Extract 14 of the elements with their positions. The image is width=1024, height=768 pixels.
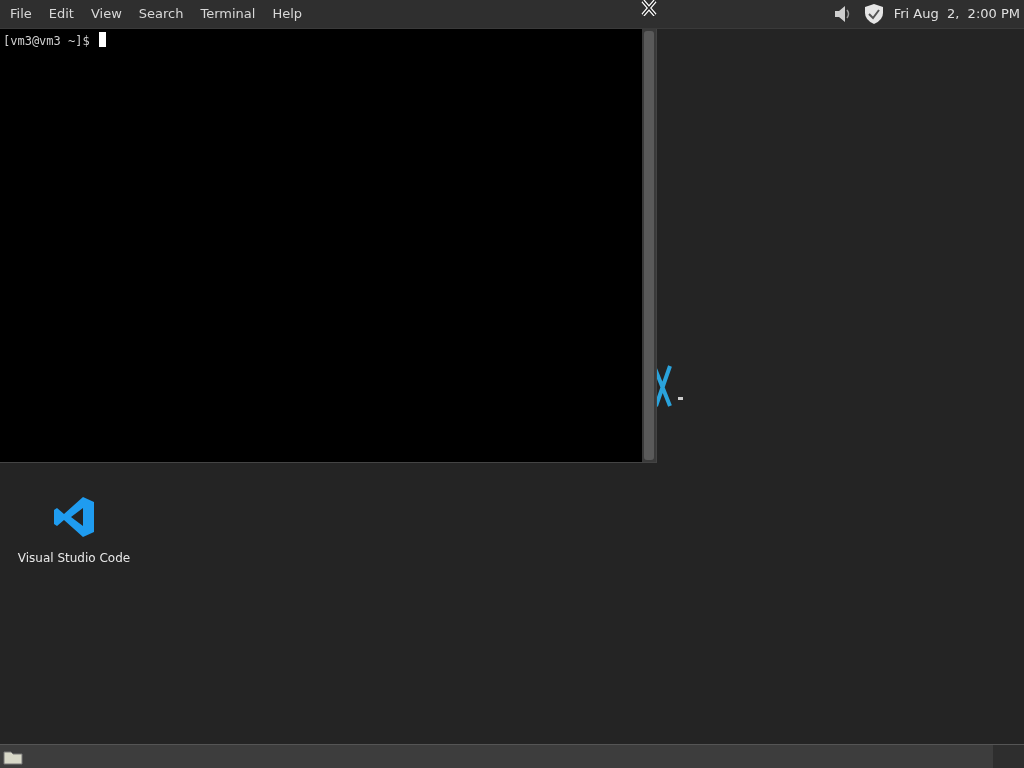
close-icon[interactable] <box>640 0 658 16</box>
terminal-prompt: [vm3@vm3 ~]$ <box>3 33 91 50</box>
menu-item[interactable]: Help <box>264 4 311 24</box>
menu-item[interactable]: File <box>2 4 40 24</box>
desktop-icon-label[interactable]: Visual Studio Code <box>17 549 131 567</box>
cursor <box>98 32 106 47</box>
clock[interactable]: Fri Aug 2, 2:00 PM <box>893 4 1024 24</box>
folder-icon[interactable] <box>3 748 23 765</box>
menu-item[interactable]: Edit <box>40 4 82 24</box>
menu-item[interactable]: View <box>82 4 130 24</box>
menu-item[interactable]: Terminal <box>192 4 264 24</box>
code-editor-icon <box>52 495 96 539</box>
menu-item[interactable]: Search <box>130 4 192 24</box>
shield-check-icon[interactable] <box>863 3 884 25</box>
